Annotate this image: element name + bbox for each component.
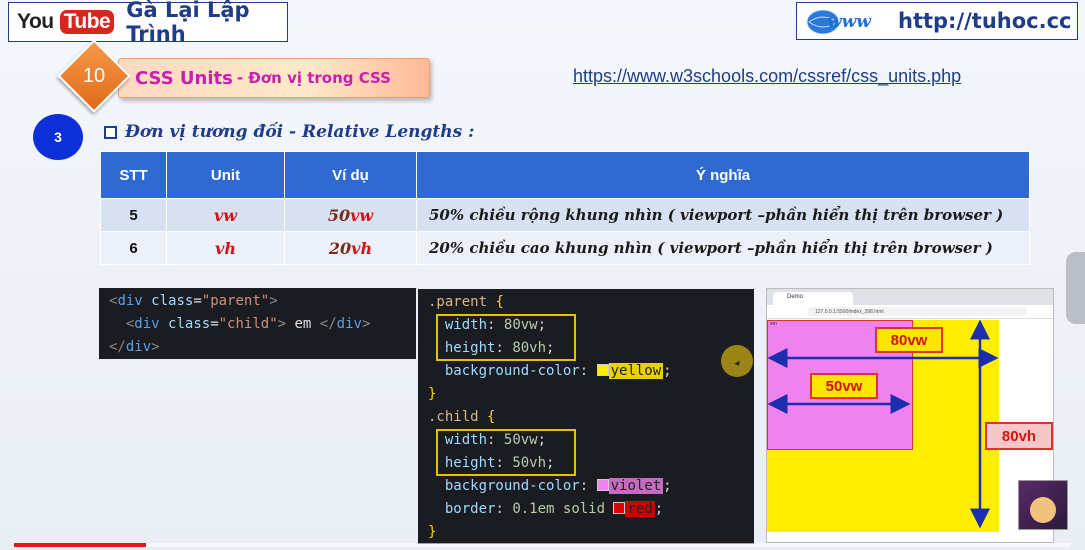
code-line: } — [428, 386, 437, 402]
code-line: background-color: violet; — [444, 478, 672, 494]
channel-name: Gà Lại Lập Trình — [126, 0, 250, 46]
cell-meaning: 50% chiều rộng khung nhìn ( viewport –ph… — [416, 198, 1030, 232]
video-progress-fill — [14, 543, 146, 547]
header-stt: STT — [100, 151, 167, 199]
cell-unit: vh — [166, 231, 285, 265]
violet-swatch-icon — [596, 479, 609, 491]
code-line: } — [428, 524, 437, 540]
label-80vh: 80vh — [985, 422, 1053, 450]
cell-example: 50vw — [284, 198, 417, 232]
section-heading: Đơn vị tương đối - Relative Lengths : — [104, 122, 474, 142]
section-number: 3 — [33, 114, 83, 160]
header-meaning: Ý nghĩa — [416, 151, 1030, 199]
lesson-title: CSS Units — [135, 67, 233, 89]
channel-badge: You Tube Gà Lại Lập Trình — [8, 0, 288, 46]
w3schools-link[interactable]: https://www.w3schools.com/cssref/css_uni… — [573, 66, 961, 87]
header-unit: Unit — [166, 151, 285, 199]
parent-size-highlight — [436, 314, 576, 361]
cell-meaning: 20% chiều cao khung nhìn ( viewport –phầ… — [416, 231, 1030, 265]
code-line: </div> — [109, 339, 160, 355]
code-line: .parent { — [428, 294, 504, 310]
example-unit: vh — [351, 238, 373, 258]
website-url: http://tuhoc.cc — [898, 9, 1072, 33]
code-line: <div class="parent"> — [109, 293, 278, 309]
video-progress-bar[interactable] — [14, 543, 1070, 547]
table-row: 5 vw 50vw 50% chiều rộng khung nhìn ( vi… — [100, 198, 1030, 232]
avatar-face-icon — [1030, 497, 1056, 523]
avatar — [1018, 480, 1068, 530]
example-unit: vw — [350, 205, 374, 225]
red-swatch-icon — [613, 502, 626, 514]
code-line: .child { — [428, 409, 496, 425]
code-line: background-color: yellow; — [444, 363, 672, 379]
youtube-logo-you: You — [17, 10, 54, 33]
lesson-subtitle: - Đơn vị trong CSS — [236, 69, 391, 87]
side-scroll-handle[interactable] — [1066, 252, 1085, 324]
table-header-row: STT Unit Ví dụ Ý nghĩa — [100, 151, 1030, 199]
header-example: Ví dụ — [284, 151, 417, 199]
code-line: border: 0.1em solid red; — [444, 501, 664, 517]
cell-example: 20vh — [284, 231, 417, 265]
cell-unit: vw — [166, 198, 285, 232]
child-size-highlight — [436, 429, 576, 476]
www-globe-icon: www — [806, 9, 872, 35]
checkbox-bullet-icon — [104, 125, 117, 139]
cell-stt: 6 — [100, 231, 167, 265]
units-table: STT Unit Ví dụ Ý nghĩa 5 vw 50vw 50% chi… — [100, 151, 1030, 265]
example-number: 50 — [327, 205, 351, 225]
yellow-swatch-icon — [596, 364, 609, 376]
label-50vw: 50vw — [810, 373, 878, 399]
www-logo-text: www — [827, 12, 872, 32]
label-80vw: 80vw — [875, 327, 943, 353]
css-code-panel: .parent { width: 80vw; height: 80vh; bac… — [418, 289, 754, 544]
example-number: 20 — [328, 238, 352, 258]
youtube-logo-tube: Tube — [59, 10, 115, 34]
code-line: <div class="child"> em </div> — [125, 316, 371, 332]
website-badge: www http://tuhoc.cc — [796, 2, 1078, 40]
cell-stt: 5 — [100, 198, 167, 232]
html-code-panel: <div class="parent"> <div class="child">… — [99, 288, 416, 359]
lesson-banner: CSS Units - Đơn vị trong CSS — [118, 58, 430, 98]
table-row: 6 vh 20vh 20% chiều cao khung nhìn ( vie… — [100, 231, 1030, 265]
section-heading-text: Đơn vị tương đối - Relative Lengths : — [125, 122, 475, 142]
lesson-number: 10 — [82, 64, 106, 87]
